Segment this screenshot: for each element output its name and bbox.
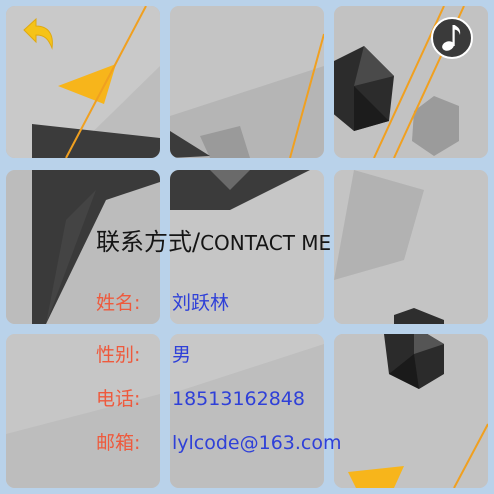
contact-row-name: 姓名: 刘跃林 xyxy=(96,288,229,315)
contact-title: 联系方式/CONTACT ME xyxy=(96,222,331,257)
music-note-icon xyxy=(431,17,473,59)
field-value: 刘跃林 xyxy=(172,292,230,314)
contact-row-phone: 电话: 18513162848 xyxy=(96,384,305,411)
music-toggle-button[interactable] xyxy=(430,16,474,60)
tile-art xyxy=(170,6,324,158)
contact-row-gender: 性别: 男 xyxy=(96,340,191,367)
field-label: 性别: xyxy=(96,344,141,366)
tile-art xyxy=(170,334,324,488)
contact-row-email: 邮箱: lylcode@163.com xyxy=(96,428,342,455)
puzzle-tile-8[interactable] xyxy=(170,334,324,488)
back-arrow-icon xyxy=(23,17,53,50)
field-value: 男 xyxy=(172,344,192,366)
email-link[interactable]: lylcode@163.com xyxy=(172,432,342,454)
field-label: 姓名: xyxy=(96,292,141,314)
contact-title-cn: 联系方式/ xyxy=(96,228,201,256)
puzzle-tile-9[interactable] xyxy=(334,334,488,488)
back-button[interactable] xyxy=(16,14,58,56)
puzzle-tile-6[interactable] xyxy=(334,170,488,324)
tile-art xyxy=(334,170,488,324)
phone-link[interactable]: 18513162848 xyxy=(172,388,305,410)
field-label: 电话: xyxy=(96,388,141,410)
tile-art xyxy=(334,334,488,488)
contact-title-en: CONTACT ME xyxy=(200,231,332,255)
puzzle-tile-2[interactable] xyxy=(170,6,324,158)
field-label: 邮箱: xyxy=(96,432,141,454)
